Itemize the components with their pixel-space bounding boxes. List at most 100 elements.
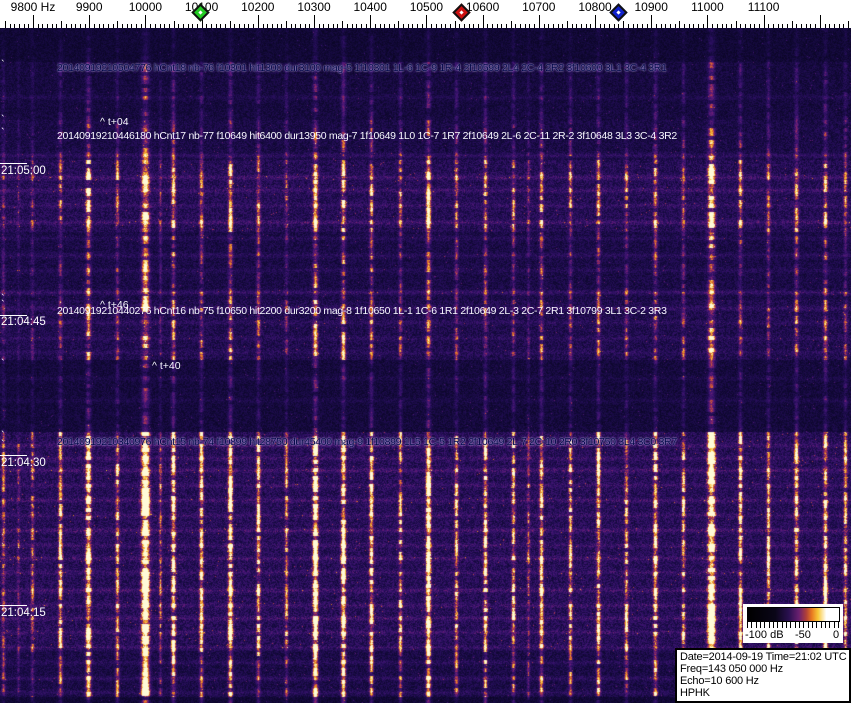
freq-tick bbox=[698, 24, 699, 28]
detection-log-line: 20140919210504776 hCnt18 nb-76 f10301 hi… bbox=[57, 62, 667, 74]
freq-tick bbox=[445, 24, 447, 28]
freq-tick bbox=[290, 24, 292, 28]
freq-tick bbox=[192, 24, 194, 28]
event-edge-mark: ` bbox=[1, 299, 5, 311]
freq-tick bbox=[707, 15, 709, 28]
freq-tick bbox=[538, 15, 540, 28]
freq-tick bbox=[557, 24, 559, 28]
freq-tick bbox=[112, 24, 114, 28]
freq-tick bbox=[122, 24, 123, 28]
freq-tick bbox=[576, 24, 578, 28]
scale-tick bbox=[812, 622, 813, 628]
freq-axis-label: 10700 bbox=[522, 0, 556, 14]
scale-tick bbox=[807, 622, 809, 628]
freq-tick bbox=[150, 24, 152, 28]
amplitude-color-scale: -100 dB -50 0 bbox=[743, 604, 843, 643]
freq-tick bbox=[773, 24, 774, 28]
freq-tick bbox=[730, 24, 732, 28]
freq-tick bbox=[229, 21, 231, 28]
freq-axis-label: 11000 bbox=[691, 0, 724, 14]
freq-tick bbox=[75, 24, 77, 28]
freq-axis-label: 9900 bbox=[75, 0, 103, 14]
freq-tick bbox=[693, 24, 695, 28]
freq-tick bbox=[271, 24, 273, 28]
freq-tick bbox=[440, 24, 442, 28]
freq-tick bbox=[220, 24, 222, 28]
freq-tick bbox=[131, 24, 133, 28]
freq-tick bbox=[285, 21, 287, 28]
event-time-annotation: ^ t+40 bbox=[152, 360, 181, 372]
freq-axis-label: 11100 bbox=[747, 0, 780, 14]
freq-tick bbox=[651, 15, 653, 28]
freq-tick bbox=[51, 24, 53, 28]
freq-tick bbox=[61, 21, 63, 28]
freq-tick bbox=[145, 15, 147, 28]
freq-tick bbox=[688, 24, 690, 28]
freq-tick bbox=[510, 21, 512, 28]
freq-tick bbox=[524, 24, 526, 28]
freq-tick bbox=[342, 21, 344, 28]
freq-tick bbox=[211, 24, 212, 28]
freq-tick bbox=[599, 24, 601, 28]
freq-tick bbox=[726, 24, 728, 28]
event-edge-mark: ` bbox=[1, 439, 5, 451]
time-axis-label: 21:04:45 bbox=[1, 316, 46, 328]
freq-tick bbox=[833, 24, 835, 28]
freq-tick bbox=[318, 24, 320, 28]
freq-tick bbox=[84, 24, 86, 28]
time-axis-tick bbox=[0, 605, 27, 606]
spectrum-waterfall-window: 9800 Hz990010000101001020010300104001050… bbox=[0, 0, 851, 703]
freq-tick bbox=[824, 24, 826, 28]
time-axis-label: 21:05:00 bbox=[1, 165, 46, 177]
freq-tick bbox=[314, 15, 315, 28]
freq-tick bbox=[304, 24, 306, 28]
freq-tick bbox=[332, 24, 334, 28]
scale-tick bbox=[755, 622, 757, 628]
freq-tick bbox=[93, 24, 95, 28]
freq-tick bbox=[426, 15, 428, 28]
freq-tick bbox=[843, 24, 845, 28]
freq-tick bbox=[28, 24, 30, 28]
freq-tick bbox=[613, 24, 615, 28]
freq-tick bbox=[257, 15, 259, 28]
time-axis-tick bbox=[0, 455, 27, 456]
freq-tick bbox=[168, 24, 170, 28]
info-station-id: HPHK bbox=[680, 687, 710, 699]
scale-tick bbox=[838, 622, 839, 628]
freq-tick bbox=[374, 24, 376, 28]
scale-tick bbox=[786, 622, 787, 628]
freq-tick bbox=[276, 24, 278, 28]
freq-tick bbox=[23, 24, 25, 28]
freq-tick bbox=[323, 24, 325, 28]
freq-tick bbox=[627, 24, 629, 28]
freq-tick bbox=[721, 24, 723, 28]
freq-tick bbox=[749, 24, 751, 28]
scale-tick bbox=[747, 622, 748, 628]
freq-tick bbox=[356, 24, 358, 28]
freq-tick bbox=[501, 24, 503, 28]
freq-tick bbox=[754, 24, 756, 28]
scale-tick bbox=[799, 622, 800, 628]
freq-tick bbox=[473, 24, 475, 28]
freq-axis-label: 9800 Hz bbox=[10, 0, 56, 14]
freq-tick bbox=[435, 24, 437, 28]
freq-tick bbox=[829, 24, 831, 28]
freq-tick bbox=[712, 24, 714, 28]
freq-tick bbox=[239, 24, 241, 28]
freq-tick bbox=[398, 21, 400, 28]
freq-tick bbox=[431, 24, 433, 28]
freq-tick bbox=[529, 24, 531, 28]
freq-tick bbox=[159, 24, 161, 28]
freq-tick bbox=[815, 24, 817, 28]
freq-tick bbox=[365, 24, 367, 28]
freq-tick bbox=[351, 24, 353, 28]
event-time-annotation: ^ t+04 bbox=[100, 116, 129, 128]
event-edge-mark: ` bbox=[1, 358, 5, 370]
freq-tick bbox=[669, 24, 671, 28]
freq-tick bbox=[309, 24, 311, 28]
freq-tick bbox=[768, 24, 770, 28]
scale-tick bbox=[816, 622, 818, 628]
freq-tick bbox=[196, 24, 198, 28]
freq-tick bbox=[47, 24, 48, 28]
freq-tick bbox=[407, 24, 409, 28]
